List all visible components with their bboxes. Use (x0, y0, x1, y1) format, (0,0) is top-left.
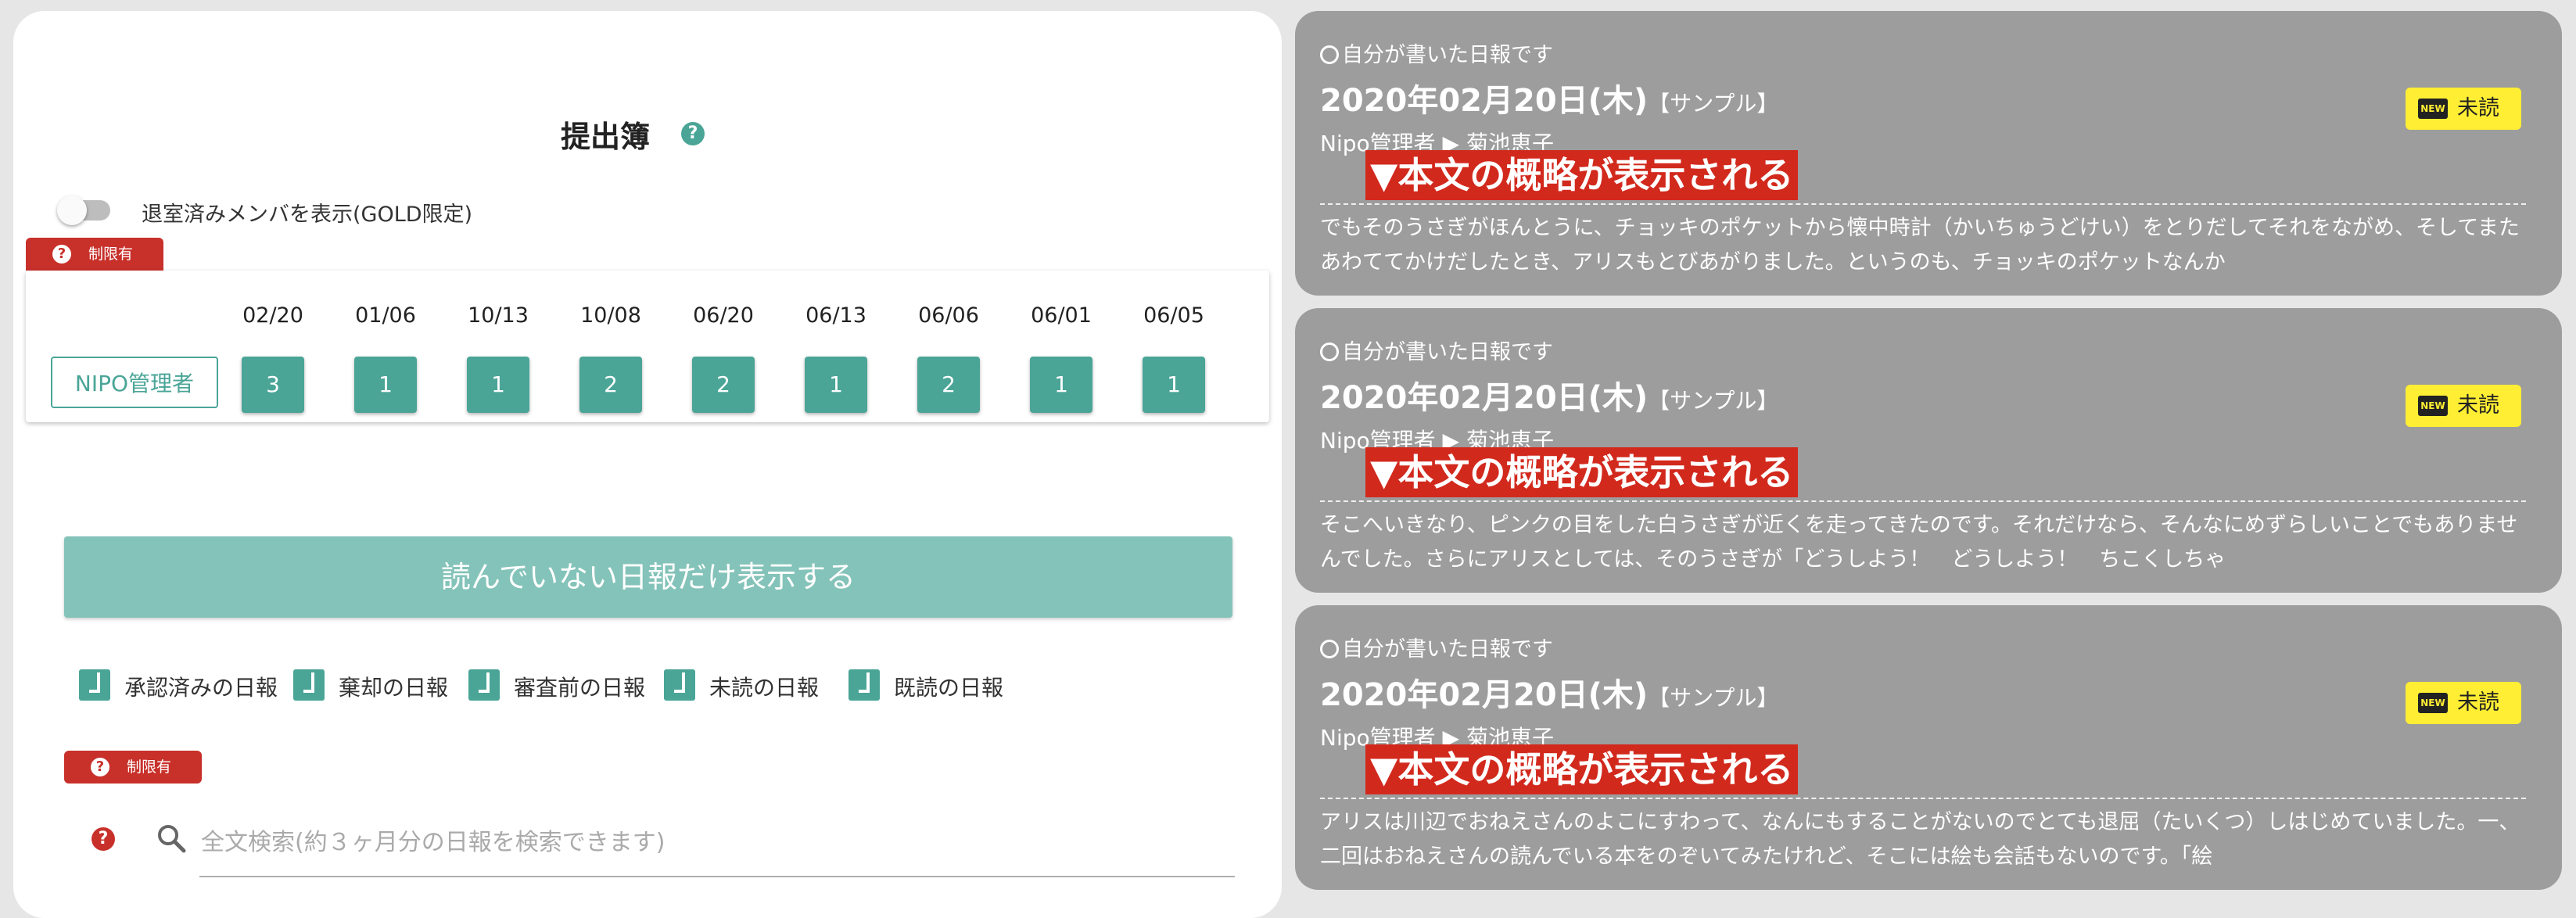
limit-badge-label: 制限有 (127, 758, 172, 776)
limit-badge-label: 制限有 (88, 246, 134, 263)
report-card[interactable]: 自分が書いた日報です 2020年02月20日(木)【サンプル】 Nipo管理者 ▶ … (1295, 308, 2562, 593)
report-date: 2020年02月20日(木)【サンプル】 (1320, 75, 1778, 120)
toggle-label: 退室済みメンバを表示(GOLD限定) (142, 203, 473, 227)
submission-count-box[interactable]: 1 (1030, 357, 1092, 413)
toggle-knob[interactable] (57, 195, 87, 225)
date-column-header: 06/01 (1031, 303, 1092, 328)
submission-count-box[interactable]: 2 (692, 357, 755, 413)
search-input[interactable] (199, 809, 1235, 877)
report-body: そこへいきなり、ピンクの目をした白うさぎが近くを走ってきたのです。それだけなら、… (1320, 513, 2518, 572)
summary-highlight: ▼本文の概略が表示される (1365, 447, 1799, 497)
question-icon: ? (52, 245, 71, 264)
checkbox-checked[interactable] (293, 669, 325, 701)
clock-icon (1320, 45, 1339, 64)
new-tag-icon: NEW (2418, 99, 2448, 119)
checkbox-checked[interactable] (468, 669, 500, 701)
submission-count-box[interactable]: 2 (579, 357, 642, 413)
report-date-text: 2020年02月20日(木) (1320, 677, 1649, 713)
page-title: 提出簿 (561, 120, 651, 154)
own-report-label: 自分が書いた日報です (1320, 38, 1553, 68)
checkbox-checked[interactable] (664, 669, 695, 701)
submission-count-box[interactable]: 3 (242, 357, 304, 413)
date-column-header: 06/20 (693, 303, 754, 328)
submission-count-box[interactable]: 2 (917, 357, 980, 413)
unread-badge: NEW 未読 (2406, 682, 2521, 724)
submission-count-box[interactable]: 1 (354, 357, 417, 413)
filter-label: 審査前の日報 (514, 675, 646, 701)
report-body: アリスは川辺でおねえさんのよこにすわって、なんにもすることがないのでとても退屈（… (1320, 810, 2520, 869)
submission-panel: 提出簿 ? 退室済みメンバを表示(GOLD限定) ? 制限有 NIPO管理者 0… (13, 11, 1282, 918)
date-column-header: 06/05 (1143, 303, 1204, 328)
title-row: 提出簿 ? (13, 113, 1282, 160)
search-icon (158, 825, 186, 853)
filter-label: 承認済みの日報 (124, 675, 278, 701)
report-date-text: 2020年02月20日(木) (1320, 380, 1649, 416)
member-button[interactable]: NIPO管理者 (51, 357, 218, 408)
report-date-text: 2020年02月20日(木) (1320, 83, 1649, 119)
own-report-label: 自分が書いた日報です (1320, 632, 1553, 662)
submission-count-box[interactable]: 1 (467, 357, 529, 413)
checkbox-checked[interactable] (849, 669, 880, 701)
own-report-text: 自分が書いた日報です (1342, 637, 1553, 662)
unread-badge: NEW 未読 (2406, 88, 2521, 130)
submission-count-box[interactable]: 1 (805, 357, 867, 413)
search-row: ? (91, 809, 1235, 879)
new-tag-icon: NEW (2418, 693, 2448, 713)
filter-label: 未読の日報 (709, 675, 820, 701)
show-unread-only-button[interactable]: 読んでいない日報だけ表示する (64, 536, 1232, 618)
own-report-text: 自分が書いた日報です (1342, 43, 1553, 67)
filter-label: 棄却の日報 (339, 675, 449, 701)
dashed-divider (1320, 203, 2526, 205)
unread-label: 未読 (2457, 690, 2499, 715)
date-column-header: 02/20 (242, 303, 303, 328)
dashed-divider (1320, 500, 2526, 502)
submission-count-box[interactable]: 1 (1143, 357, 1205, 413)
filter-label: 既読の日報 (894, 675, 1004, 701)
search-help-icon[interactable]: ? (91, 827, 115, 851)
dashed-divider (1320, 798, 2526, 799)
unread-label: 未読 (2457, 393, 2499, 418)
question-icon: ? (91, 758, 109, 776)
report-card[interactable]: 自分が書いた日報です 2020年02月20日(木)【サンプル】 Nipo管理者 ▶ … (1295, 605, 2562, 890)
report-date: 2020年02月20日(木)【サンプル】 (1320, 669, 1778, 715)
unread-label: 未読 (2457, 96, 2499, 120)
checkbox-checked[interactable] (79, 669, 110, 701)
new-tag-icon: NEW (2418, 396, 2448, 416)
own-report-label: 自分が書いた日報です (1320, 335, 1553, 365)
date-column-header: 06/13 (805, 303, 866, 328)
date-column-header: 06/06 (918, 303, 979, 328)
search-limit-badge[interactable]: ? 制限有 (64, 751, 202, 784)
summary-highlight: ▼本文の概略が表示される (1365, 744, 1799, 794)
submission-count-table: NIPO管理者 02/20 01/06 10/13 10/08 06/20 06/13 06… (26, 271, 1269, 422)
date-column-header: 10/13 (468, 303, 529, 328)
sample-tag: 【サンプル】 (1648, 91, 1779, 117)
help-icon[interactable]: ? (681, 122, 705, 145)
date-column-header: 10/08 (580, 303, 641, 328)
clock-icon (1320, 342, 1339, 361)
limit-badge[interactable]: ? 制限有 (26, 238, 163, 271)
report-body: でもそのうさぎがほんとうに、チョッキのポケットから懐中時計（かいちゅうどけい）を… (1320, 216, 2520, 274)
unread-badge: NEW 未読 (2406, 385, 2521, 427)
clock-icon (1320, 640, 1339, 658)
summary-highlight: ▼本文の概略が表示される (1365, 150, 1799, 200)
own-report-text: 自分が書いた日報です (1342, 340, 1553, 364)
sample-tag: 【サンプル】 (1648, 685, 1779, 711)
date-column-header: 01/06 (355, 303, 416, 328)
report-date: 2020年02月20日(木)【サンプル】 (1320, 372, 1778, 418)
report-card[interactable]: 自分が書いた日報です 2020年02月20日(木)【サンプル】 Nipo管理者 ▶ … (1295, 11, 2562, 296)
sample-tag: 【サンプル】 (1648, 388, 1779, 414)
